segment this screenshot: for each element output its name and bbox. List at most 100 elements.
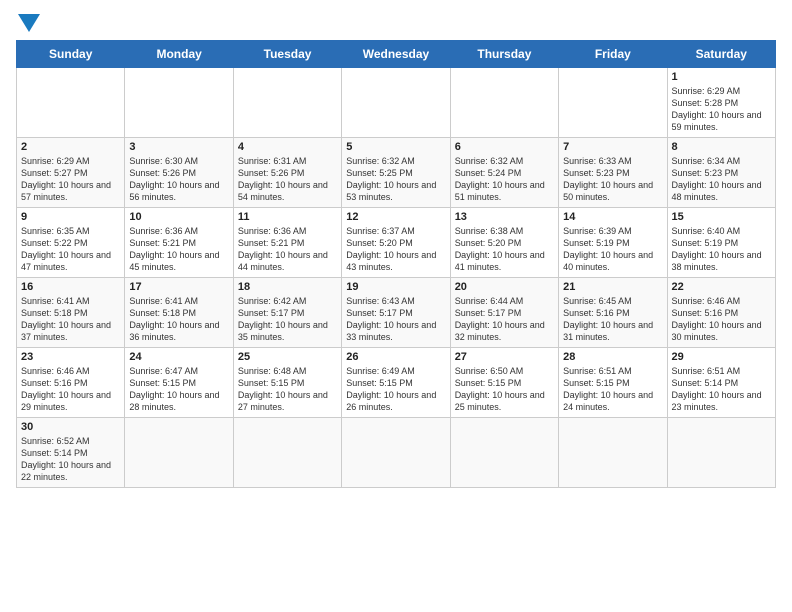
sunset: Sunset: 5:14 PM bbox=[672, 378, 739, 388]
calendar-cell bbox=[342, 418, 450, 488]
daylight: Daylight: 10 hours and 31 minutes. bbox=[563, 320, 653, 342]
day-number: 28 bbox=[563, 351, 662, 363]
day-number: 2 bbox=[21, 141, 120, 153]
calendar-cell bbox=[450, 68, 558, 138]
sunrise: Sunrise: 6:32 AM bbox=[455, 156, 524, 166]
cell-info: Sunrise: 6:29 AM Sunset: 5:27 PM Dayligh… bbox=[21, 155, 120, 204]
daylight: Daylight: 10 hours and 30 minutes. bbox=[672, 320, 762, 342]
daylight: Daylight: 10 hours and 27 minutes. bbox=[238, 390, 328, 412]
day-number: 30 bbox=[21, 421, 120, 433]
daylight: Daylight: 10 hours and 47 minutes. bbox=[21, 250, 111, 272]
day-number: 5 bbox=[346, 141, 445, 153]
sunrise: Sunrise: 6:40 AM bbox=[672, 226, 741, 236]
day-number: 14 bbox=[563, 211, 662, 223]
day-number: 25 bbox=[238, 351, 337, 363]
calendar-cell: 15 Sunrise: 6:40 AM Sunset: 5:19 PM Dayl… bbox=[667, 208, 775, 278]
day-number: 7 bbox=[563, 141, 662, 153]
sunset: Sunset: 5:22 PM bbox=[21, 238, 88, 248]
calendar-cell: 8 Sunrise: 6:34 AM Sunset: 5:23 PM Dayli… bbox=[667, 138, 775, 208]
sunrise: Sunrise: 6:43 AM bbox=[346, 296, 415, 306]
calendar-cell: 11 Sunrise: 6:36 AM Sunset: 5:21 PM Dayl… bbox=[233, 208, 341, 278]
weekday-header-saturday: Saturday bbox=[667, 41, 775, 68]
calendar-cell: 2 Sunrise: 6:29 AM Sunset: 5:27 PM Dayli… bbox=[17, 138, 125, 208]
page-header bbox=[16, 16, 776, 32]
day-number: 6 bbox=[455, 141, 554, 153]
daylight: Daylight: 10 hours and 53 minutes. bbox=[346, 180, 436, 202]
sunrise: Sunrise: 6:35 AM bbox=[21, 226, 90, 236]
daylight: Daylight: 10 hours and 37 minutes. bbox=[21, 320, 111, 342]
cell-info: Sunrise: 6:51 AM Sunset: 5:14 PM Dayligh… bbox=[672, 365, 771, 414]
calendar-cell: 13 Sunrise: 6:38 AM Sunset: 5:20 PM Dayl… bbox=[450, 208, 558, 278]
cell-info: Sunrise: 6:30 AM Sunset: 5:26 PM Dayligh… bbox=[129, 155, 228, 204]
sunset: Sunset: 5:16 PM bbox=[563, 308, 630, 318]
sunset: Sunset: 5:15 PM bbox=[455, 378, 522, 388]
calendar-cell: 19 Sunrise: 6:43 AM Sunset: 5:17 PM Dayl… bbox=[342, 278, 450, 348]
daylight: Daylight: 10 hours and 50 minutes. bbox=[563, 180, 653, 202]
day-number: 10 bbox=[129, 211, 228, 223]
calendar-cell: 25 Sunrise: 6:48 AM Sunset: 5:15 PM Dayl… bbox=[233, 348, 341, 418]
daylight: Daylight: 10 hours and 43 minutes. bbox=[346, 250, 436, 272]
sunrise: Sunrise: 6:36 AM bbox=[238, 226, 307, 236]
calendar-cell: 9 Sunrise: 6:35 AM Sunset: 5:22 PM Dayli… bbox=[17, 208, 125, 278]
sunset: Sunset: 5:15 PM bbox=[346, 378, 413, 388]
calendar-week-3: 9 Sunrise: 6:35 AM Sunset: 5:22 PM Dayli… bbox=[17, 208, 776, 278]
cell-info: Sunrise: 6:41 AM Sunset: 5:18 PM Dayligh… bbox=[21, 295, 120, 344]
sunset: Sunset: 5:20 PM bbox=[346, 238, 413, 248]
sunrise: Sunrise: 6:31 AM bbox=[238, 156, 307, 166]
cell-info: Sunrise: 6:42 AM Sunset: 5:17 PM Dayligh… bbox=[238, 295, 337, 344]
sunset: Sunset: 5:23 PM bbox=[563, 168, 630, 178]
day-number: 15 bbox=[672, 211, 771, 223]
sunrise: Sunrise: 6:49 AM bbox=[346, 366, 415, 376]
daylight: Daylight: 10 hours and 33 minutes. bbox=[346, 320, 436, 342]
weekday-header-friday: Friday bbox=[559, 41, 667, 68]
sunset: Sunset: 5:19 PM bbox=[672, 238, 739, 248]
calendar-cell: 17 Sunrise: 6:41 AM Sunset: 5:18 PM Dayl… bbox=[125, 278, 233, 348]
calendar-cell: 27 Sunrise: 6:50 AM Sunset: 5:15 PM Dayl… bbox=[450, 348, 558, 418]
sunset: Sunset: 5:15 PM bbox=[129, 378, 196, 388]
sunrise: Sunrise: 6:41 AM bbox=[129, 296, 198, 306]
calendar-cell bbox=[17, 68, 125, 138]
calendar-cell bbox=[559, 418, 667, 488]
cell-info: Sunrise: 6:39 AM Sunset: 5:19 PM Dayligh… bbox=[563, 225, 662, 274]
daylight: Daylight: 10 hours and 28 minutes. bbox=[129, 390, 219, 412]
day-number: 12 bbox=[346, 211, 445, 223]
sunset: Sunset: 5:17 PM bbox=[455, 308, 522, 318]
weekday-header-monday: Monday bbox=[125, 41, 233, 68]
sunset: Sunset: 5:23 PM bbox=[672, 168, 739, 178]
cell-info: Sunrise: 6:38 AM Sunset: 5:20 PM Dayligh… bbox=[455, 225, 554, 274]
daylight: Daylight: 10 hours and 59 minutes. bbox=[672, 110, 762, 132]
sunrise: Sunrise: 6:52 AM bbox=[21, 436, 90, 446]
weekday-header-row: SundayMondayTuesdayWednesdayThursdayFrid… bbox=[17, 41, 776, 68]
day-number: 16 bbox=[21, 281, 120, 293]
sunset: Sunset: 5:19 PM bbox=[563, 238, 630, 248]
sunrise: Sunrise: 6:50 AM bbox=[455, 366, 524, 376]
calendar-cell: 24 Sunrise: 6:47 AM Sunset: 5:15 PM Dayl… bbox=[125, 348, 233, 418]
daylight: Daylight: 10 hours and 22 minutes. bbox=[21, 460, 111, 482]
sunrise: Sunrise: 6:51 AM bbox=[563, 366, 632, 376]
calendar-cell bbox=[233, 68, 341, 138]
cell-info: Sunrise: 6:43 AM Sunset: 5:17 PM Dayligh… bbox=[346, 295, 445, 344]
calendar-week-6: 30 Sunrise: 6:52 AM Sunset: 5:14 PM Dayl… bbox=[17, 418, 776, 488]
calendar-cell bbox=[559, 68, 667, 138]
sunrise: Sunrise: 6:47 AM bbox=[129, 366, 198, 376]
sunset: Sunset: 5:21 PM bbox=[238, 238, 305, 248]
day-number: 29 bbox=[672, 351, 771, 363]
sunset: Sunset: 5:16 PM bbox=[21, 378, 88, 388]
sunrise: Sunrise: 6:37 AM bbox=[346, 226, 415, 236]
cell-info: Sunrise: 6:31 AM Sunset: 5:26 PM Dayligh… bbox=[238, 155, 337, 204]
sunset: Sunset: 5:26 PM bbox=[238, 168, 305, 178]
calendar-week-5: 23 Sunrise: 6:46 AM Sunset: 5:16 PM Dayl… bbox=[17, 348, 776, 418]
daylight: Daylight: 10 hours and 57 minutes. bbox=[21, 180, 111, 202]
cell-info: Sunrise: 6:40 AM Sunset: 5:19 PM Dayligh… bbox=[672, 225, 771, 274]
sunset: Sunset: 5:26 PM bbox=[129, 168, 196, 178]
calendar-cell: 4 Sunrise: 6:31 AM Sunset: 5:26 PM Dayli… bbox=[233, 138, 341, 208]
weekday-header-thursday: Thursday bbox=[450, 41, 558, 68]
sunrise: Sunrise: 6:30 AM bbox=[129, 156, 198, 166]
cell-info: Sunrise: 6:37 AM Sunset: 5:20 PM Dayligh… bbox=[346, 225, 445, 274]
sunset: Sunset: 5:24 PM bbox=[455, 168, 522, 178]
sunset: Sunset: 5:28 PM bbox=[672, 98, 739, 108]
calendar-cell: 20 Sunrise: 6:44 AM Sunset: 5:17 PM Dayl… bbox=[450, 278, 558, 348]
daylight: Daylight: 10 hours and 29 minutes. bbox=[21, 390, 111, 412]
weekday-header-tuesday: Tuesday bbox=[233, 41, 341, 68]
cell-info: Sunrise: 6:50 AM Sunset: 5:15 PM Dayligh… bbox=[455, 365, 554, 414]
